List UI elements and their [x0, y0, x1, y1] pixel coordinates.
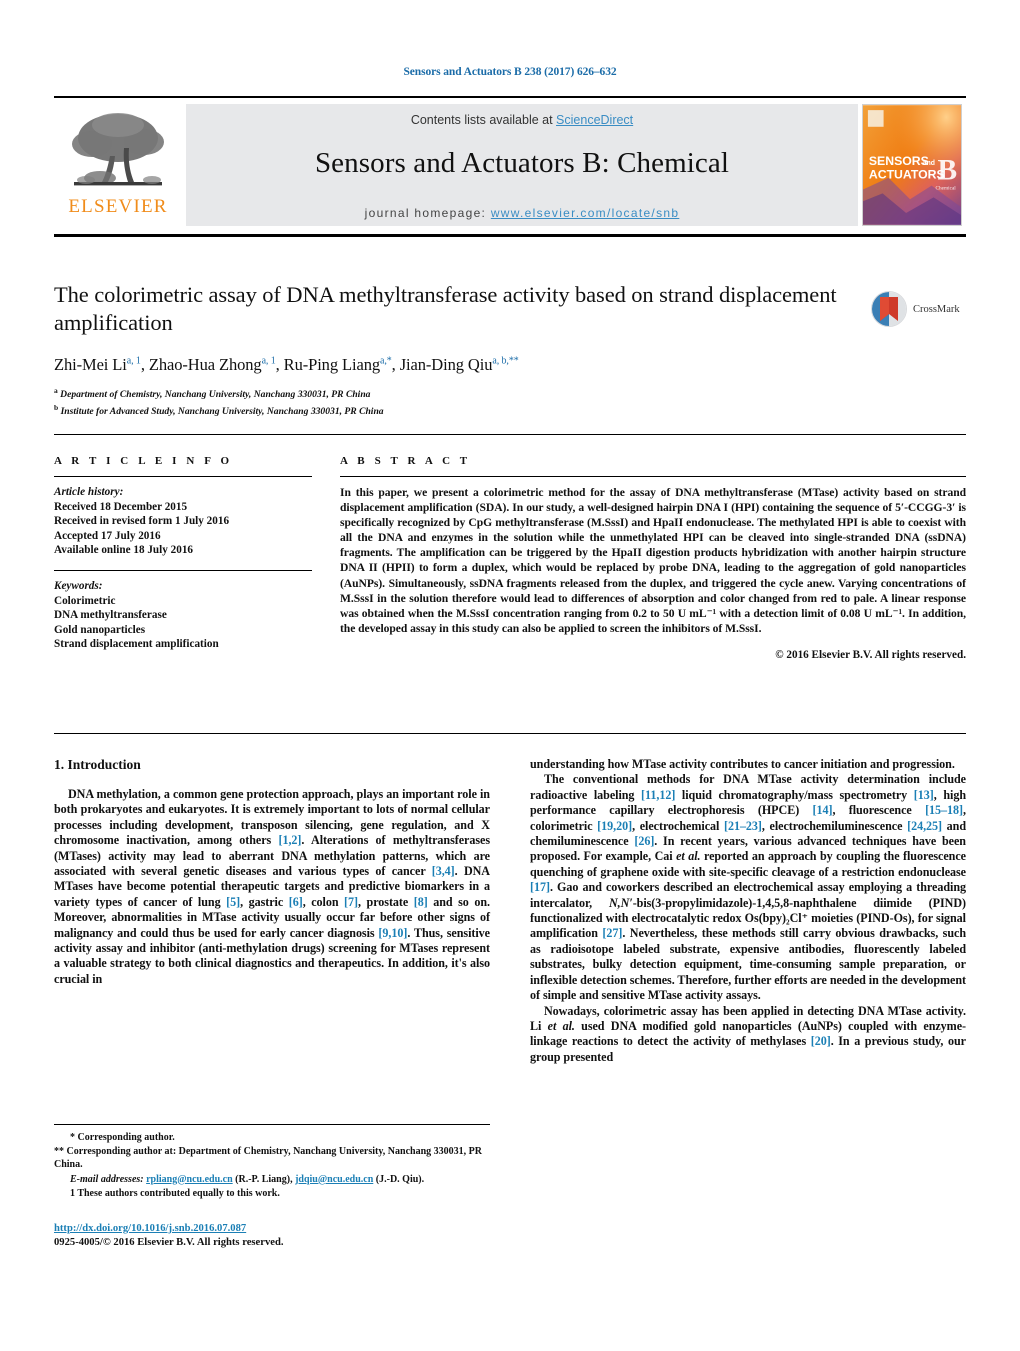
divider	[340, 476, 966, 477]
paragraph: Nowadays, colorimetric assay has been ap…	[530, 1003, 967, 1064]
info-abstract-row: A R T I C L E I N F O Article history: R…	[54, 455, 966, 661]
masthead-bottom-rule	[54, 234, 966, 237]
homepage-prefix: journal homepage:	[364, 206, 491, 220]
svg-text:Chemical: Chemical	[936, 186, 957, 192]
paragraph: The conventional methods for DNA MTase a…	[530, 772, 967, 1003]
history-item: Received 18 December 2015	[54, 500, 188, 513]
history-item: Available online 18 July 2016	[54, 544, 194, 557]
crossmark-label: CrossMark	[913, 303, 960, 315]
journal-masthead: ELSEVIER Contents lists available at Sci…	[54, 96, 966, 226]
article-history-label: Article history:	[54, 486, 124, 498]
elsevier-wordmark: ELSEVIER	[68, 196, 168, 217]
abstract-heading: A B S T R A C T	[340, 455, 471, 467]
elsevier-tree-icon	[72, 113, 164, 186]
email-name-liang: (R.-P. Liang),	[235, 1173, 293, 1185]
email-link-qiu[interactable]: jdqiu@ncu.edu.cn	[295, 1174, 373, 1185]
abstract-text: In this paper, we present a colorimetric…	[340, 486, 966, 635]
crossmark-icon	[871, 291, 907, 327]
footnote-equal-contribution: 1 These authors contributed equally to t…	[70, 1187, 280, 1199]
keywords-label: Keywords:	[54, 579, 103, 592]
history-item: Accepted 17 July 2016	[54, 529, 161, 542]
issn-copyright-line: 0925-4005/© 2016 Elsevier B.V. All right…	[54, 1237, 284, 1248]
paragraph: understanding how MTase activity contrib…	[530, 757, 955, 771]
contents-line: Contents lists available at ScienceDirec…	[411, 113, 633, 127]
contents-prefix: Contents lists available at	[410, 113, 557, 127]
email-name-qiu: (J.-D. Qiu).	[375, 1173, 425, 1185]
paper-page: Sensors and Actuators B 238 (2017) 626–6…	[0, 0, 1020, 1351]
affiliation-a: a Department of Chemistry, Nanchang Univ…	[54, 386, 371, 401]
keyword-item: Strand displacement amplification	[54, 638, 219, 651]
section-heading-introduction: 1. Introduction	[54, 757, 141, 772]
body-column-left: 1. Introduction DNA methylation, a commo…	[54, 757, 490, 1065]
page-title: The colorimetric assay of DNA methyltran…	[54, 282, 837, 335]
svg-text:ACTUATORS: ACTUATORS	[869, 168, 945, 182]
keyword-item: Gold nanoparticles	[54, 623, 146, 636]
journal-title: Sensors and Actuators B: Chemical	[314, 147, 730, 179]
doi-link[interactable]: http://dx.doi.org/10.1016/j.snb.2016.07.…	[54, 1223, 246, 1234]
footnotes-block: * Corresponding author. ** Corresponding…	[54, 1124, 490, 1201]
divider	[54, 476, 312, 477]
svg-text:and: and	[923, 160, 935, 167]
abstract-copyright: © 2016 Elsevier B.V. All rights reserved…	[775, 648, 966, 661]
journal-homepage-link[interactable]: www.elsevier.com/locate/snb	[491, 206, 680, 220]
article-info-heading: A R T I C L E I N F O	[54, 455, 233, 467]
body-column-right: understanding how MTase activity contrib…	[530, 757, 966, 1065]
abstract-column: A B S T R A C T In this paper, we presen…	[312, 455, 966, 661]
keywords-block: Keywords: Colorimetric DNA methyltransfe…	[54, 579, 312, 652]
body-columns: 1. Introduction DNA methylation, a commo…	[54, 757, 966, 1065]
doi-block: http://dx.doi.org/10.1016/j.snb.2016.07.…	[54, 1218, 490, 1250]
info-bottom-rule	[54, 733, 966, 734]
paragraph: DNA methylation, a common gene protectio…	[54, 787, 490, 986]
footnote-corresponding-2: ** Corresponding author at: Department o…	[54, 1146, 482, 1171]
article-history: Article history: Received 18 December 20…	[54, 485, 312, 558]
keyword-item: DNA methyltransferase	[54, 609, 167, 622]
article-header: The colorimetric assay of DNA methyltran…	[54, 281, 966, 418]
author-list: Zhi-Mei Lia, 1, Zhao-Hua Zhonga, 1, Ru-P…	[54, 355, 519, 374]
keyword-item: Colorimetric	[54, 594, 116, 607]
history-item: Received in revised form 1 July 2016	[54, 515, 230, 528]
footnote-corresponding-1: * Corresponding author.	[70, 1132, 175, 1143]
elsevier-logo: ELSEVIER	[54, 104, 182, 226]
crossmark-badge[interactable]: CrossMark	[870, 283, 966, 335]
svg-text:SENSORS: SENSORS	[869, 154, 929, 168]
sciencedirect-link[interactable]: ScienceDirect	[556, 113, 633, 127]
footnote-emails: E-mail addresses: rpliang@ncu.edu.cn (R.…	[54, 1173, 490, 1186]
svg-text:B: B	[937, 155, 957, 187]
affiliation-a-text: Department of Chemistry, Nanchang Univer…	[60, 389, 371, 401]
affiliations: a Department of Chemistry, Nanchang Univ…	[54, 385, 966, 418]
affiliation-b-text: Institute for Advanced Study, Nanchang U…	[60, 405, 384, 417]
journal-homepage-line: journal homepage: www.elsevier.com/locat…	[365, 206, 680, 220]
journal-band: Contents lists available at ScienceDirec…	[186, 104, 858, 226]
email-link-liang[interactable]: rpliang@ncu.edu.cn	[146, 1174, 233, 1185]
article-info-column: A R T I C L E I N F O Article history: R…	[54, 455, 312, 661]
running-head: Sensors and Actuators B 238 (2017) 626–6…	[403, 66, 617, 78]
divider	[54, 569, 312, 571]
journal-cover: SENSORS and ACTUATORS B Chemical	[862, 104, 966, 226]
journal-cover-image: SENSORS and ACTUATORS B Chemical	[862, 104, 962, 226]
email-label: E-mail addresses:	[70, 1173, 144, 1185]
info-top-rule	[54, 434, 966, 435]
affiliation-b: b Institute for Advanced Study, Nanchang…	[54, 402, 384, 417]
